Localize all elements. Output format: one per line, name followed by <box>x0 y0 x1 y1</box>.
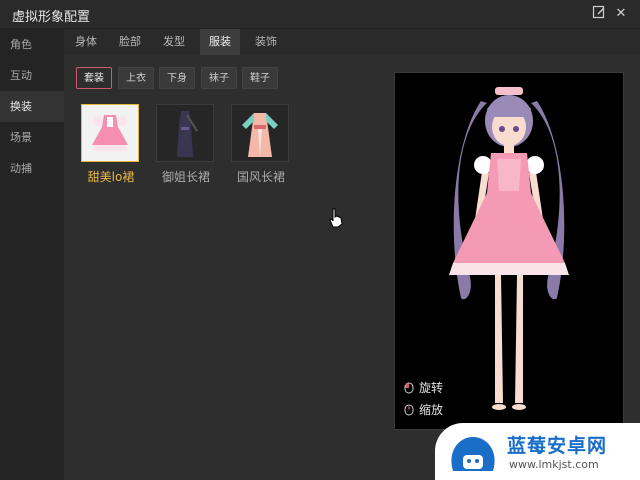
mouse-wheel-icon <box>403 404 415 416</box>
sidebar-item-interact[interactable]: 互动 <box>0 60 64 91</box>
outfit-label: 御姐长裙 <box>161 170 210 184</box>
pink-dress-icon <box>92 115 128 151</box>
subtab-top[interactable]: 上衣 <box>118 67 154 89</box>
subtab-shoes[interactable]: 鞋子 <box>242 67 278 89</box>
outfit-thumbnail[interactable] <box>231 104 289 162</box>
sidebar-item-scene[interactable]: 场景 <box>0 122 64 153</box>
main-content: 身体 脸部 发型 服装 装饰 套装 上衣 下身 袜子 鞋子 甜美lo裙 御姐长裙… <box>64 29 640 480</box>
tab-hair[interactable]: 发型 <box>152 29 196 55</box>
tab-clothing[interactable]: 服装 <box>200 29 240 55</box>
outfit-label: 国风长裙 <box>236 170 285 184</box>
avatar-figure <box>449 87 569 410</box>
title-bar: 虚拟形象配置 ✕ <box>0 0 640 29</box>
subtab-bottom[interactable]: 下身 <box>159 67 195 89</box>
outfit-thumbnail[interactable] <box>156 104 214 162</box>
tab-body[interactable]: 身体 <box>64 29 108 55</box>
rotate-label: 旋转 <box>419 381 444 395</box>
subtab-socks[interactable]: 袜子 <box>201 67 237 89</box>
dark-long-dress-icon <box>177 111 198 157</box>
outfit-item-sweet-lolita[interactable]: 甜美lo裙 <box>81 104 141 185</box>
tab-face[interactable]: 脸部 <box>108 29 152 55</box>
outfit-thumbnail[interactable] <box>81 104 139 162</box>
sidebar: 角色 互动 换装 场景 动捕 <box>0 29 64 480</box>
hand-cursor-icon <box>328 208 344 232</box>
subtab-set[interactable]: 套装 <box>76 67 112 89</box>
sidebar-item-role[interactable]: 角色 <box>0 29 64 60</box>
outfit-label: 甜美lo裙 <box>87 170 135 184</box>
avatar-config-window: 虚拟形象配置 ✕ 角色 互动 换装 场景 动捕 身体 脸部 发型 服装 装饰 套… <box>0 0 640 480</box>
watermark-url: www.lmkjst.com <box>509 458 599 471</box>
blueberry-logo-icon <box>451 437 495 471</box>
tab-accessories[interactable]: 装饰 <box>244 29 288 55</box>
mouse-left-icon <box>403 382 415 394</box>
window-title: 虚拟形象配置 <box>12 10 91 25</box>
edit-icon[interactable] <box>590 5 608 23</box>
close-icon[interactable]: ✕ <box>612 5 630 23</box>
rotate-control[interactable]: 旋转 <box>403 379 443 396</box>
watermark-text: 蓝莓安卓网 <box>507 435 608 457</box>
outfit-item-elegant-long-dress[interactable]: 御姐长裙 <box>156 104 216 185</box>
outfit-item-chinese-long-dress[interactable]: 国风长裙 <box>231 104 291 185</box>
zoom-label: 缩放 <box>419 403 444 417</box>
category-tabs: 身体 脸部 发型 服装 装饰 <box>64 29 640 55</box>
sidebar-item-motion-capture[interactable]: 动捕 <box>0 153 64 184</box>
zoom-control[interactable]: 缩放 <box>403 401 443 418</box>
sidebar-item-dressup[interactable]: 换装 <box>0 91 64 122</box>
hanfu-dress-icon <box>242 113 278 157</box>
avatar-preview[interactable]: 旋转 缩放 <box>394 72 624 430</box>
watermark: 蓝莓安卓网 www.lmkjst.com <box>435 423 640 480</box>
